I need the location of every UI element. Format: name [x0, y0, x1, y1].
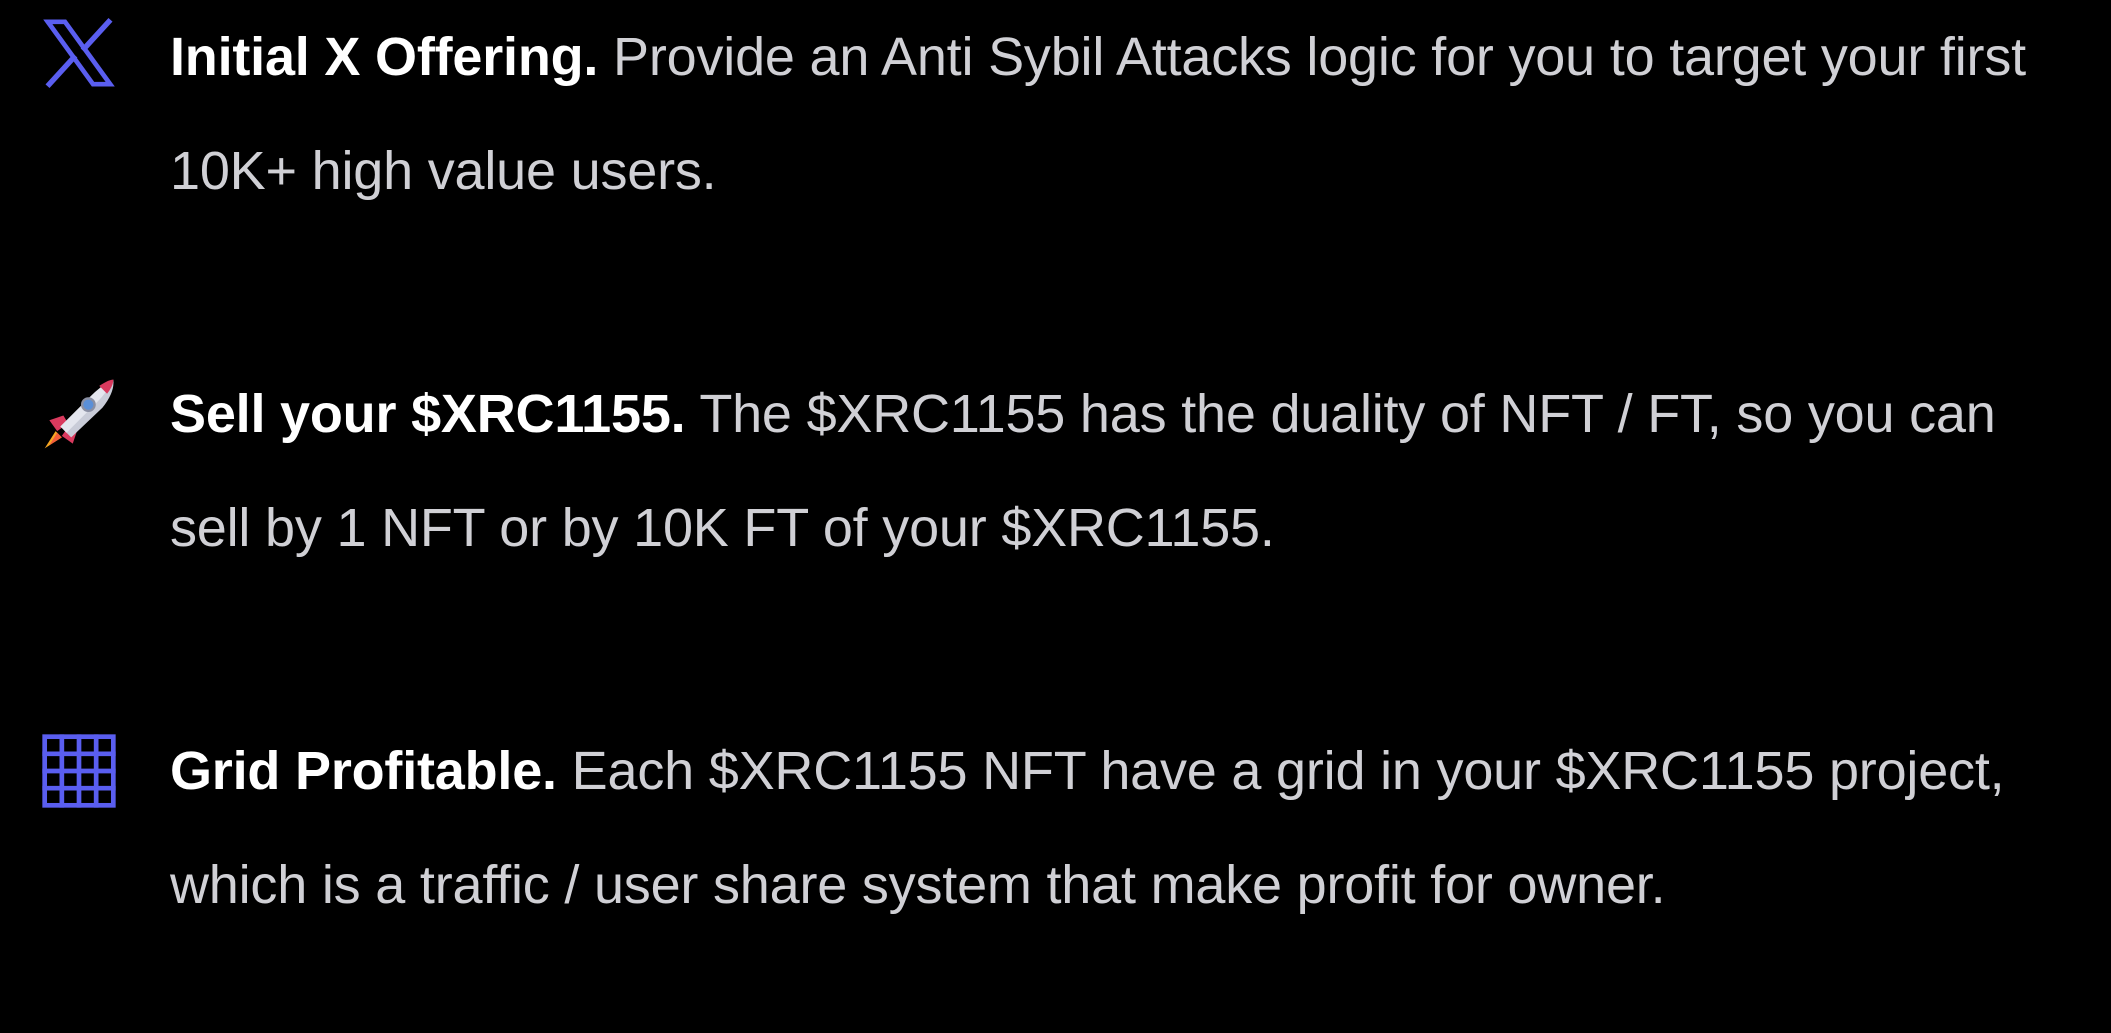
grid-icon [42, 734, 116, 808]
feature-text: Initial X Offering. Provide an Anti Sybi… [170, 0, 2070, 228]
x-logo-icon [43, 17, 115, 89]
feature-title: Initial X Offering. [170, 27, 599, 87]
rocket-icon [44, 379, 114, 449]
feature-list: Initial X Offering. Provide an Anti Sybi… [0, 0, 2111, 1033]
feature-title: Sell your $XRC1155. [170, 384, 686, 444]
feature-text: Sell your $XRC1155. The $XRC1155 has the… [170, 357, 2070, 585]
feature-text: Grid Profitable. Each $XRC1155 NFT have … [170, 714, 2070, 942]
feature-title: Grid Profitable. [170, 741, 557, 801]
